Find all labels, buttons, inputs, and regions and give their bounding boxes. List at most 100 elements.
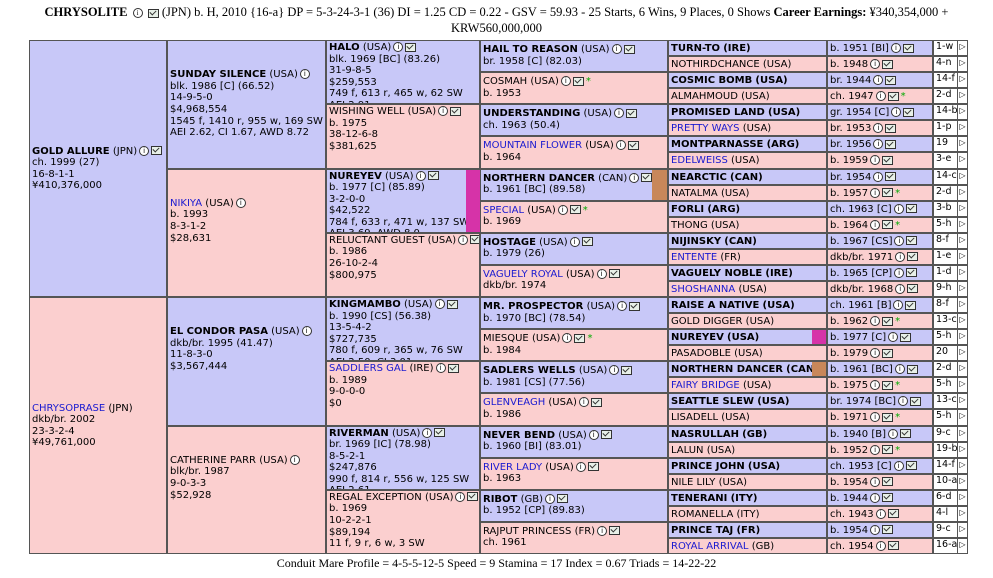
horse-name-link[interactable]: ROMANELLA [671,509,733,520]
email-icon[interactable] [641,173,653,182]
horse-name-link[interactable]: NILE LILY [671,477,715,488]
horse-name-link[interactable]: NEARCTIC [671,172,727,183]
info-icon[interactable]: i [875,540,886,551]
email-icon[interactable] [905,204,917,214]
horse-name-link[interactable]: FORLI [671,204,704,215]
email-icon[interactable] [906,236,918,246]
email-icon[interactable] [470,235,479,245]
arrow-right-icon[interactable]: ▷ [957,474,967,489]
arrow-right-icon[interactable]: ▷ [957,233,967,248]
email-icon[interactable] [882,525,894,535]
info-icon[interactable]: i [575,461,586,472]
horse-name-link[interactable]: NATALMA [671,188,718,199]
email-icon[interactable] [900,429,911,438]
arrow-right-icon[interactable]: ▷ [957,490,967,505]
email-icon[interactable] [405,42,417,52]
horse-name-link[interactable]: NIJINSKY [671,236,721,247]
email-icon[interactable] [627,140,639,150]
info-icon[interactable]: i [434,299,445,309]
horse-name-link[interactable]: MR. PROSPECTOR [483,301,583,312]
horse-name-link[interactable]: NORTHERN DANCER [483,173,595,184]
email-icon[interactable] [629,301,641,311]
horse-name-link[interactable]: NORTHERN DANCER [671,364,783,375]
horse-name-link[interactable]: GLENVEAGH [483,397,545,408]
email-icon[interactable] [581,237,593,247]
horse-name-link[interactable]: SUNDAY SILENCE [170,69,266,80]
email-icon[interactable] [882,493,894,503]
email-icon[interactable] [590,397,602,407]
horse-name-link[interactable]: HALO [329,42,360,53]
info-icon[interactable]: i [557,204,568,215]
horse-name-link[interactable]: PRINCE JOHN [671,461,745,472]
email-icon[interactable] [903,107,915,117]
info-icon[interactable]: i [617,301,628,311]
horse-name-link[interactable]: MOUNTAIN FLOWER [483,140,582,151]
email-icon[interactable] [885,75,897,85]
info-icon[interactable]: i [289,454,300,465]
info-icon[interactable]: i [870,219,881,230]
horse-name-link[interactable]: NIKIYA [170,198,202,209]
arrow-right-icon[interactable]: ▷ [957,394,967,409]
horse-name-link[interactable]: EDELWEISS [671,155,728,166]
info-icon[interactable]: i [422,427,433,438]
email-icon[interactable] [882,220,894,230]
arrow-right-icon[interactable]: ▷ [957,442,967,457]
info-icon[interactable]: i [870,348,881,359]
arrow-right-icon[interactable]: ▷ [957,201,967,216]
email-icon[interactable] [434,428,446,437]
info-icon[interactable]: i [415,170,426,181]
horse-name-link[interactable]: VAGUELY NOBLE [671,268,762,279]
arrow-right-icon[interactable]: ▷ [957,89,967,104]
horse-name-link[interactable]: LALUN [671,445,704,456]
info-icon[interactable]: i [870,444,881,455]
email-icon[interactable] [907,252,919,262]
info-icon[interactable]: i [870,316,881,327]
horse-name-link[interactable]: UNDERSTANDING [483,108,580,119]
horse-name-link[interactable]: FAIRY BRIDGE [671,380,740,391]
arrow-right-icon[interactable]: ▷ [957,137,967,152]
info-icon[interactable]: i [235,197,246,208]
email-icon[interactable] [623,44,635,54]
info-icon[interactable]: i [458,234,469,245]
arrow-right-icon[interactable]: ▷ [957,41,967,56]
arrow-right-icon[interactable]: ▷ [957,314,967,329]
arrow-right-icon[interactable]: ▷ [957,522,967,537]
email-icon[interactable] [572,76,584,86]
horse-name-link[interactable]: MONTPARNASSE [671,139,763,150]
info-icon[interactable]: i [870,380,881,391]
email-icon[interactable] [608,269,620,279]
arrow-right-icon[interactable]: ▷ [957,185,967,200]
horse-name-link[interactable]: TENERANI [671,493,727,504]
email-icon[interactable] [609,526,621,536]
arrow-right-icon[interactable]: ▷ [957,346,967,361]
horse-name-link[interactable]: RELUCTANT GUEST [329,235,424,246]
horse-name-link[interactable]: PRETTY WAYS [671,123,740,134]
info-icon[interactable]: i [888,332,899,343]
email-icon[interactable] [450,106,462,116]
info-icon[interactable]: i [893,460,904,471]
horse-name-link[interactable]: ALMAHMOUD [671,91,738,102]
arrow-right-icon[interactable]: ▷ [957,458,967,473]
info-icon[interactable]: i [615,140,626,151]
info-icon[interactable]: i [875,91,886,102]
email-icon[interactable] [151,146,163,155]
horse-name-link[interactable]: HAIL TO REASON [483,44,578,55]
horse-name-link[interactable]: PRINCE TAJ [671,525,733,536]
arrow-right-icon[interactable]: ▷ [957,426,967,441]
arrow-right-icon[interactable]: ▷ [957,298,967,313]
arrow-right-icon[interactable]: ▷ [957,153,967,168]
horse-name-link[interactable]: EL CONDOR PASA [170,326,268,337]
info-icon[interactable]: i [299,69,310,80]
horse-name-link[interactable]: NUREYEV [329,171,382,182]
email-icon[interactable] [902,43,914,53]
info-icon[interactable]: i [870,59,881,70]
info-icon[interactable]: i [438,106,449,117]
horse-name-link[interactable]: SPECIAL [483,205,524,216]
info-icon[interactable]: i [870,476,881,487]
email-icon[interactable] [885,139,897,149]
info-icon[interactable]: i [588,429,599,440]
horse-name-link[interactable]: NUREYEV [671,332,724,343]
info-icon[interactable]: i [888,428,898,439]
horse-name-link[interactable]: RAISE A NATIVE [671,300,759,311]
info-icon[interactable]: i [613,108,624,119]
